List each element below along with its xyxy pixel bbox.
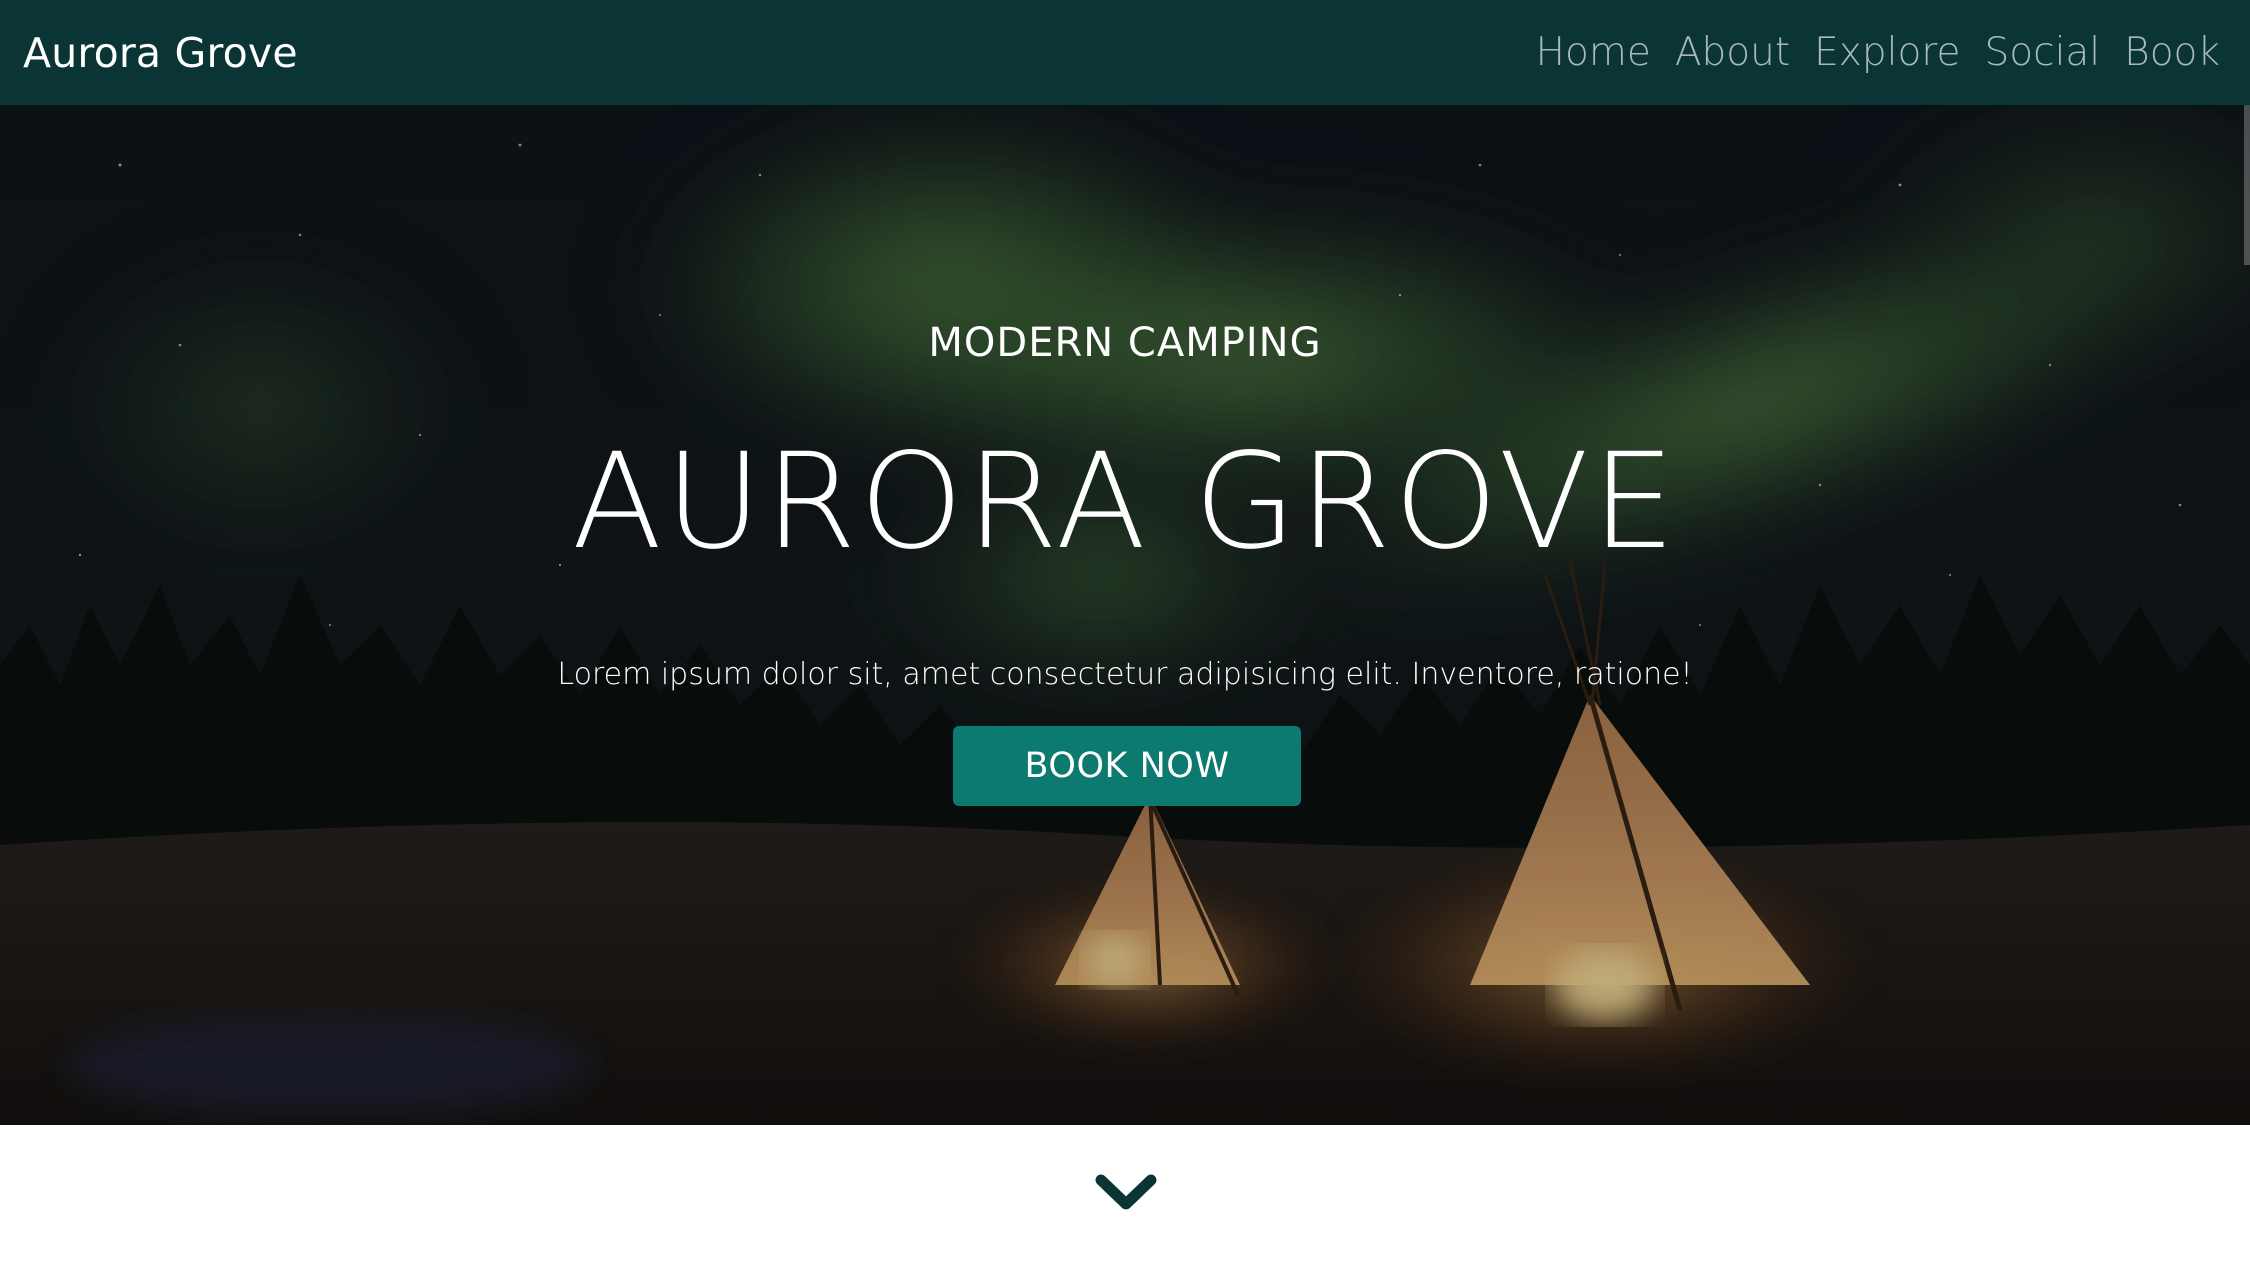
hero-title: AURORA GROVE <box>571 425 1679 579</box>
nav-link-social[interactable]: Social <box>1985 30 2101 75</box>
book-now-button[interactable]: BOOK NOW <box>953 726 1301 806</box>
hero-tagline: Lorem ipsum dolor sit, amet consectetur … <box>557 657 1693 692</box>
nav-link-explore[interactable]: Explore <box>1814 30 1960 75</box>
nav-link-home[interactable]: Home <box>1536 30 1651 75</box>
hero-content: MODERN CAMPING AURORA GROVE Lorem ipsum … <box>0 105 2250 1125</box>
hero-subtitle: MODERN CAMPING <box>928 320 1322 366</box>
nav-link-about[interactable]: About <box>1675 30 1790 75</box>
nav-link-book[interactable]: Book <box>2124 30 2220 75</box>
brand-logo-link[interactable]: Aurora Grove <box>23 29 298 77</box>
chevron-down-icon <box>1095 1174 1157 1210</box>
scroll-down-indicator[interactable] <box>1095 1172 1157 1216</box>
scrollbar-thumb[interactable] <box>2244 105 2250 265</box>
hero-section: MODERN CAMPING AURORA GROVE Lorem ipsum … <box>0 105 2250 1125</box>
nav-links: Home About Explore Social Book <box>1536 30 2220 75</box>
top-navbar: Aurora Grove Home About Explore Social B… <box>0 0 2250 105</box>
